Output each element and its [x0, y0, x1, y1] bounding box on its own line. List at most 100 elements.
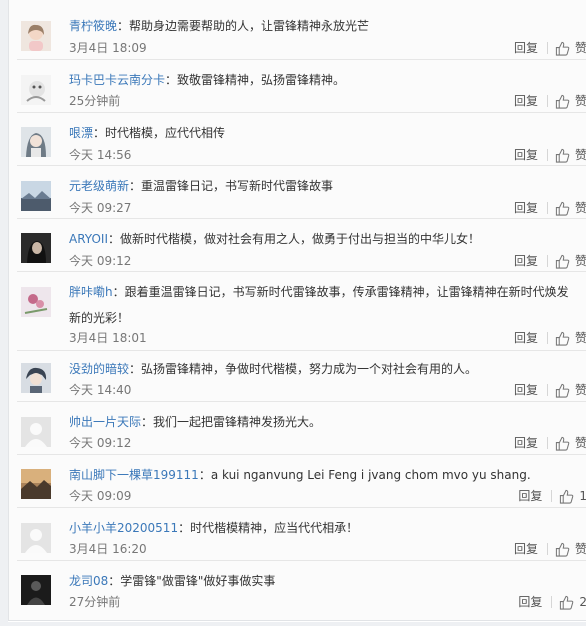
comment-timestamp: 3月4日 18:01 — [69, 331, 147, 345]
like-button[interactable]: 赞 — [555, 92, 586, 110]
reply-button[interactable]: 回复 — [514, 146, 538, 164]
like-count: 赞 — [574, 148, 586, 162]
like-button[interactable]: 赞 — [555, 199, 586, 217]
comment-text: 弘扬雷锋精神，争做时代楷模，努力成为一个对社会有用的人。 — [141, 362, 478, 376]
anime-boy-avatar[interactable] — [21, 363, 51, 393]
comment-text: a kui nganvung Lei Feng i jvang chom mvo… — [210, 468, 531, 482]
comment-username[interactable]: 胖咔嘞h — [69, 285, 113, 299]
thumbs-up-icon — [555, 542, 570, 557]
action-divider — [546, 255, 548, 267]
default-user-avatar[interactable] — [21, 523, 51, 553]
comment-username[interactable]: ARYOII — [69, 232, 108, 246]
comment-item: 青柠筱晚：帮助身边需要帮助的人，让雷锋精神永放光芒 3月4日 18:09 回复 … — [17, 14, 586, 60]
action-divider — [551, 596, 553, 608]
comment-timestamp: 今天 14:56 — [69, 148, 132, 162]
action-divider — [546, 543, 548, 555]
reply-button[interactable]: 回复 — [518, 593, 542, 611]
action-divider — [551, 490, 553, 502]
like-count: 赞 — [574, 41, 586, 55]
comment-item: 元老级萌新：重温雷锋日记，书写新时代雷锋故事 今天 09:27 回复 赞 — [17, 173, 586, 219]
comment-item: 帅出一片天际：我们一起把雷锋精神发扬光大。 今天 09:12 回复 赞 — [17, 409, 586, 455]
reply-button[interactable]: 回复 — [514, 434, 538, 452]
action-divider — [546, 95, 548, 107]
reply-button[interactable]: 回复 — [514, 381, 538, 399]
comment-username[interactable]: 帅出一片天际 — [69, 415, 141, 429]
thumbs-up-icon — [555, 254, 570, 269]
thumbs-up-icon — [555, 383, 570, 398]
comment-text: 做新时代楷模，做对社会有用之人，做勇于付出与担当的中华儿女！ — [120, 232, 481, 246]
comment-username[interactable]: 青柠筱晚 — [69, 19, 117, 33]
comment-timestamp: 3月4日 18:09 — [69, 41, 147, 55]
comment-item: 南山脚下一棵草199111：a kui nganvung Lei Feng i … — [17, 462, 586, 508]
comment-timestamp: 今天 09:09 — [69, 489, 132, 503]
comment-username[interactable]: 哏漂 — [69, 126, 93, 140]
reply-button[interactable]: 回复 — [514, 329, 538, 347]
thumbs-up-icon — [555, 94, 570, 109]
comment-username[interactable]: 南山脚下一棵草199111 — [69, 468, 199, 482]
comment-text: 跟着重温雷锋日记，书写新时代雷锋故事，传承雷锋精神，让雷锋精神在新时代焕发新的光… — [69, 285, 569, 325]
comment-text: 我们一起把雷锋精神发扬光大。 — [153, 415, 322, 429]
mountain-sunset-avatar[interactable] — [21, 469, 51, 499]
comment-text: 时代楷模，应代代相传 — [105, 126, 226, 140]
reply-button[interactable]: 回复 — [514, 199, 538, 217]
panel-bottom-divider — [8, 620, 586, 622]
comment-username[interactable]: 元老级萌新 — [69, 179, 129, 193]
comment-item: 哏漂：时代楷模，应代代相传 今天 14:56 回复 赞 — [17, 120, 586, 166]
comment-username[interactable]: 没劲的暗较 — [69, 362, 129, 376]
dark-portrait-avatar[interactable] — [21, 233, 51, 263]
thumbs-up-icon — [555, 201, 570, 216]
comment-text: 时代楷模精神，应当代代相承！ — [190, 521, 359, 535]
comment-timestamp: 今天 09:12 — [69, 254, 132, 268]
like-button[interactable]: 赞 — [555, 39, 586, 57]
action-divider — [546, 42, 548, 54]
like-count: 赞 — [574, 331, 586, 345]
landscape-avatar[interactable] — [21, 181, 51, 211]
flower-avatar[interactable] — [21, 287, 51, 317]
like-count: 赞 — [574, 201, 586, 215]
comment-text: 重温雷锋日记，书写新时代雷锋故事 — [141, 179, 334, 193]
like-button[interactable]: 赞 — [555, 434, 586, 452]
reply-button[interactable]: 回复 — [514, 540, 538, 558]
dark-figure-avatar[interactable] — [21, 575, 51, 605]
cartoon-avatar[interactable] — [21, 75, 51, 105]
action-divider — [546, 384, 548, 396]
thumbs-up-icon — [560, 489, 574, 504]
like-button[interactable]: 赞 — [555, 540, 586, 558]
like-button[interactable]: 赞 — [555, 329, 586, 347]
like-count: 赞 — [574, 436, 586, 450]
like-button[interactable]: 2 — [559, 593, 586, 611]
reply-button[interactable]: 回复 — [514, 252, 538, 270]
like-count: 赞 — [574, 94, 586, 108]
like-count: 1 — [579, 489, 586, 503]
reply-button[interactable]: 回复 — [518, 487, 542, 505]
comment-timestamp: 25分钟前 — [69, 94, 121, 108]
action-divider — [546, 202, 548, 214]
thumbs-up-icon — [555, 148, 570, 163]
comment-username[interactable]: 玛卡巴卡云南分卡 — [69, 73, 165, 87]
reply-button[interactable]: 回复 — [514, 39, 538, 57]
comment-list-panel: 青柠筱晚：帮助身边需要帮助的人，让雷锋精神永放光芒 3月4日 18:09 回复 … — [8, 0, 586, 620]
default-user-avatar[interactable] — [21, 417, 51, 447]
action-divider — [546, 332, 548, 344]
comment-timestamp: 今天 14:40 — [69, 383, 132, 397]
comment-item: 没劲的暗较：弘扬雷锋精神，争做时代楷模，努力成为一个对社会有用的人。 今天 14… — [17, 356, 586, 402]
like-button[interactable]: 1 — [559, 487, 586, 505]
like-count: 赞 — [574, 254, 586, 268]
anime-girl-avatar[interactable] — [21, 127, 51, 157]
comment-username[interactable]: 小羊小羊20200511 — [69, 521, 178, 535]
comment-item: 玛卡巴卡云南分卡：致敬雷锋精神，弘扬雷锋精神。 25分钟前 回复 赞 — [17, 67, 586, 113]
comment-item: 龙司08：学雷锋"做雷锋"做好事做实事 27分钟前 回复 2 — [17, 568, 586, 614]
comment-username[interactable]: 龙司08 — [69, 574, 108, 588]
comment-timestamp: 27分钟前 — [69, 595, 121, 609]
girl-portrait-avatar[interactable] — [21, 21, 51, 51]
reply-button[interactable]: 回复 — [514, 92, 538, 110]
action-divider — [546, 437, 548, 449]
thumbs-up-icon — [555, 436, 570, 451]
comment-item: 小羊小羊20200511：时代楷模精神，应当代代相承！ 3月4日 16:20 回… — [17, 515, 586, 561]
like-button[interactable]: 赞 — [555, 146, 586, 164]
like-button[interactable]: 赞 — [555, 381, 586, 399]
like-count: 赞 — [574, 542, 586, 556]
like-button[interactable]: 赞 — [555, 252, 586, 270]
comment-timestamp: 今天 09:27 — [69, 201, 132, 215]
comment-text: 致敬雷锋精神，弘扬雷锋精神。 — [177, 73, 346, 87]
